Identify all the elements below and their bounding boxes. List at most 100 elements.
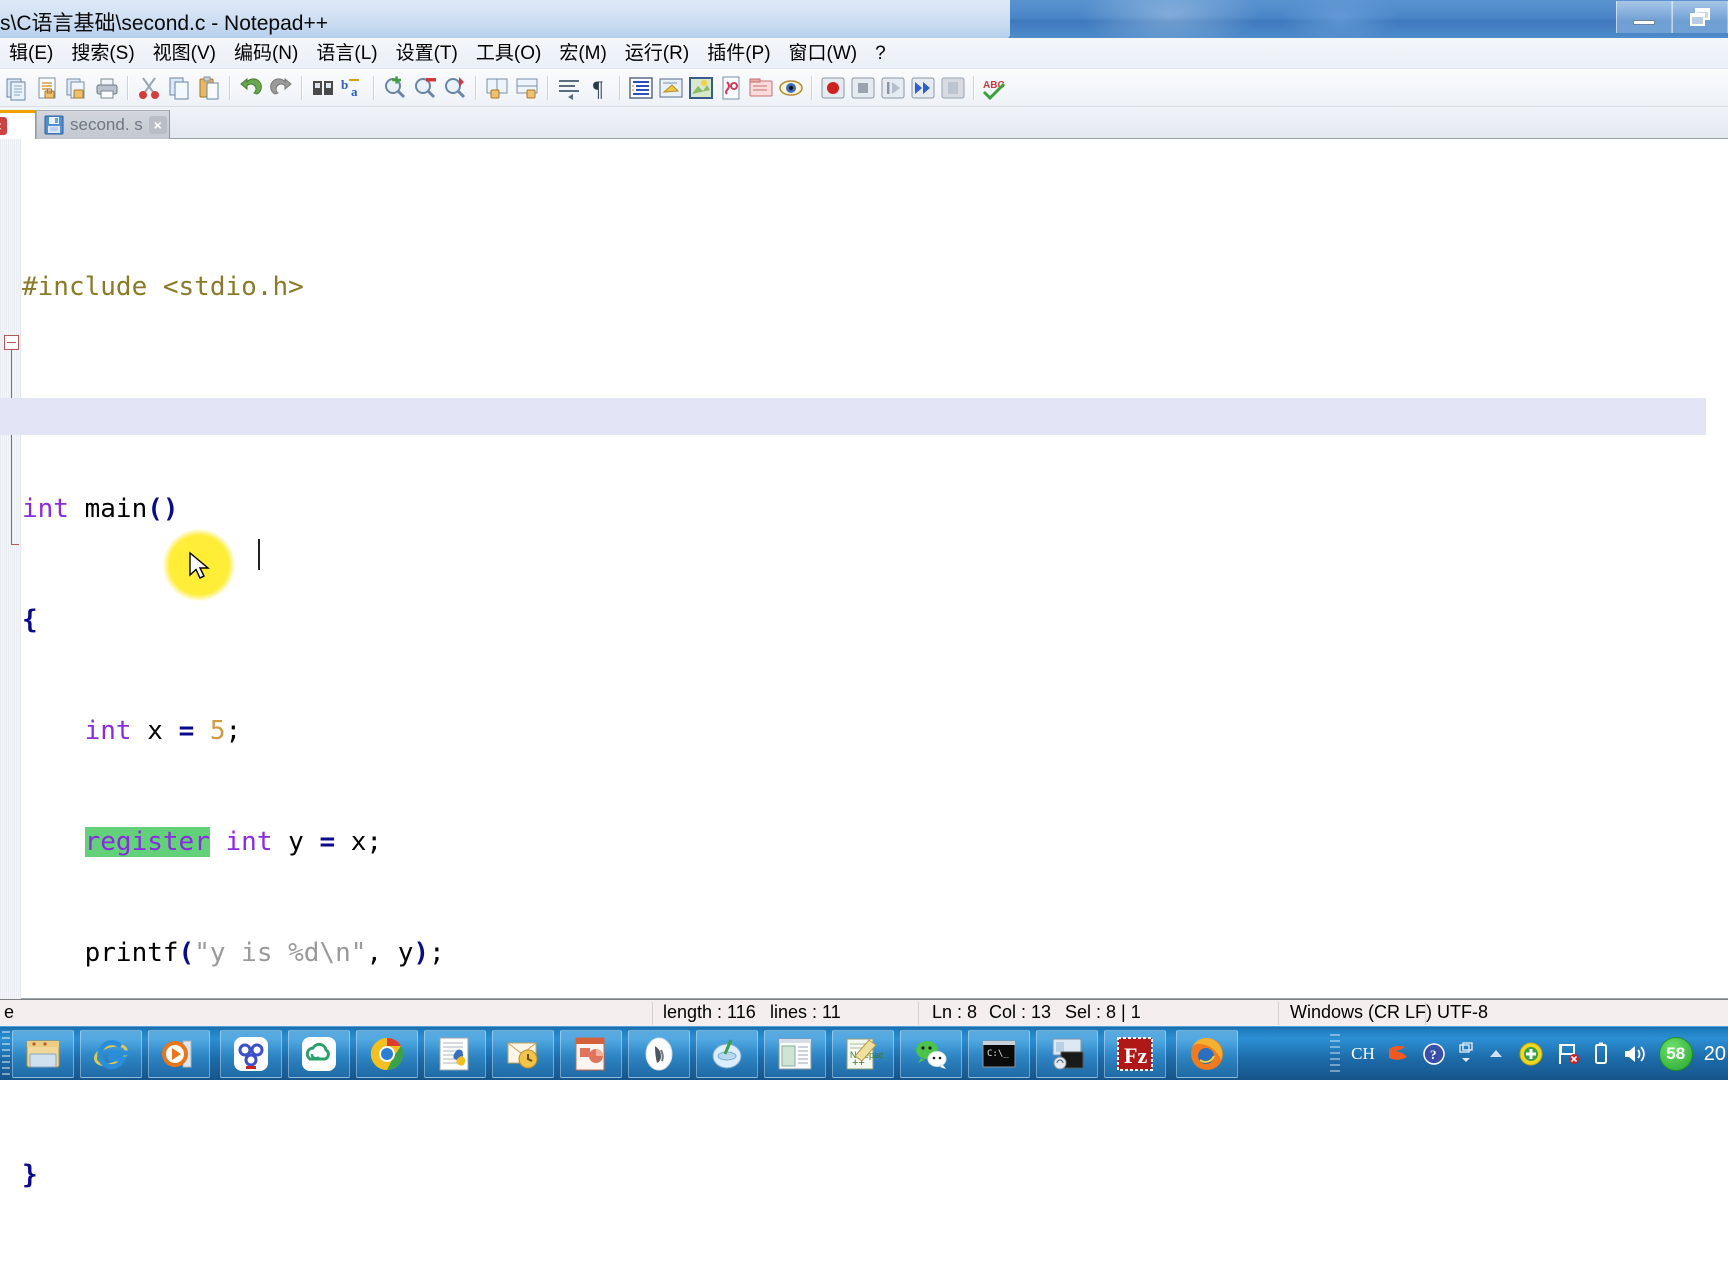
close-icon[interactable]: × — [148, 116, 167, 134]
code-line-4: { — [22, 602, 1728, 639]
paste-button[interactable] — [195, 74, 223, 102]
zoom-out-button[interactable] — [411, 74, 439, 102]
menu-item-window[interactable]: 窗口(W) — [780, 39, 867, 68]
replace-button[interactable]: b a — [339, 74, 367, 102]
taskbar-filezilla[interactable]: Fz — [1104, 1030, 1166, 1078]
find-button[interactable] — [309, 74, 337, 102]
taskbar-command-prompt[interactable]: C:\_ — [968, 1030, 1030, 1078]
text-caret — [258, 539, 260, 570]
taskbar-google-chrome[interactable] — [356, 1030, 418, 1078]
taskbar-vmware[interactable] — [1036, 1030, 1098, 1078]
undo-button[interactable] — [237, 74, 265, 102]
minimize-icon — [1633, 19, 1655, 25]
input-method-indicator[interactable]: CH — [1351, 1044, 1375, 1064]
show-hidden-icons-icon[interactable] — [1485, 1043, 1507, 1065]
print-button[interactable] — [93, 74, 121, 102]
taskbar-internet-explorer[interactable] — [80, 1030, 142, 1078]
tray-grip — [1330, 1034, 1341, 1074]
restore-button[interactable] — [1672, 1, 1728, 33]
sync-scroll-v-button[interactable] — [483, 74, 511, 102]
svg-text:Fz: Fz — [1124, 1043, 1147, 1068]
stop-recording-button[interactable] — [849, 74, 877, 102]
function-list-button[interactable] — [717, 74, 745, 102]
play-macro-button[interactable] — [879, 74, 907, 102]
run-macro-multiple-button[interactable] — [909, 74, 937, 102]
security-shield-icon[interactable] — [1517, 1040, 1545, 1068]
taskbar-wechat[interactable] — [900, 1030, 962, 1078]
menu-item-search[interactable]: 搜索(S) — [62, 39, 143, 68]
taskbar-firefox[interactable] — [1176, 1030, 1238, 1078]
taskbar-baidu-netdisk[interactable] — [220, 1030, 282, 1078]
editor-area[interactable]: #include <stdio.h> int main() { int x = … — [0, 139, 1728, 1190]
status-bar: e length : 116 lines : 11 Ln : 8 Col : 1… — [0, 999, 1728, 1026]
tab-second-s[interactable]: second. s × — [36, 110, 170, 139]
word-wrap-button[interactable] — [555, 74, 583, 102]
taskbar-powerpoint[interactable] — [560, 1030, 622, 1078]
taskbar-windows-explorer[interactable] — [12, 1030, 74, 1078]
fold-collapse-icon[interactable] — [4, 335, 19, 350]
powerpoint-icon — [575, 1037, 605, 1071]
menu-item-plugins[interactable]: 插件(P) — [698, 39, 779, 68]
command-prompt-icon: C:\_ — [982, 1040, 1016, 1068]
code-text[interactable]: #include <stdio.h> int main() { int x = … — [22, 139, 1728, 1190]
window-titlebar[interactable]: s\C语言基础\second.c - Notepad++ — [0, 0, 1728, 38]
outlook-icon — [507, 1042, 538, 1069]
code-token: x; — [335, 827, 383, 857]
taskbar-media-player[interactable] — [148, 1030, 210, 1078]
python-notepad-icon — [439, 1037, 469, 1071]
cut-button[interactable] — [135, 74, 163, 102]
start-recording-button[interactable] — [819, 74, 847, 102]
menu-item-run[interactable]: 运行(R) — [616, 39, 698, 68]
code-line-9: } — [22, 1157, 1728, 1194]
menu-item-tools[interactable]: 工具(O) — [467, 39, 550, 68]
taskbar-outlook[interactable] — [492, 1030, 554, 1078]
folding-margin[interactable] — [0, 139, 21, 999]
restore-icon — [1690, 8, 1710, 26]
menu-item-settings[interactable]: 设置(T) — [387, 39, 467, 68]
save-file-button[interactable] — [63, 74, 91, 102]
menu-item-edit[interactable]: 辑(E) — [0, 39, 62, 68]
tab-second-c[interactable]: c × — [0, 110, 36, 139]
taskbar-notepad-plus-plus[interactable]: Notepad ++ — [832, 1030, 894, 1078]
close-icon[interactable]: × — [0, 117, 7, 135]
menu-item-help[interactable]: ? — [866, 39, 895, 68]
network-flag-icon[interactable] — [1555, 1041, 1581, 1067]
battery-icon[interactable] — [1591, 1041, 1611, 1067]
indent-guide-button[interactable] — [627, 74, 655, 102]
selected-text-register[interactable]: register — [84, 827, 210, 857]
menu-item-view[interactable]: 视图(V) — [144, 39, 225, 68]
status-doc-type: e — [4, 1002, 15, 1022]
window-controls — [1616, 1, 1728, 33]
zoom-in-button[interactable] — [381, 74, 409, 102]
folder-as-workspace-button[interactable] — [747, 74, 775, 102]
taskbar-spreadsheet-app[interactable] — [764, 1030, 826, 1078]
taskbar-cloud-app[interactable] — [288, 1030, 350, 1078]
status-separator — [1278, 1002, 1279, 1025]
toolbar-separator — [229, 75, 231, 100]
help-icon[interactable]: ? — [1421, 1041, 1447, 1067]
sync-scroll-h-button[interactable] — [513, 74, 541, 102]
save-macro-button[interactable] — [939, 74, 967, 102]
document-map-button[interactable] — [687, 74, 715, 102]
open-file-button[interactable] — [33, 74, 61, 102]
sogou-input-icon[interactable] — [1385, 1041, 1411, 1067]
taskbar-egg-app[interactable] — [696, 1030, 758, 1078]
monitoring-button[interactable] — [777, 74, 805, 102]
redo-button[interactable] — [267, 74, 295, 102]
taskbar-python-notepad[interactable] — [424, 1030, 486, 1078]
taskbar-ps-app[interactable] — [628, 1030, 690, 1078]
window-switch-icon[interactable] — [1457, 1041, 1475, 1067]
taskbar-clock[interactable]: 20 — [1704, 1043, 1726, 1066]
volume-icon[interactable] — [1621, 1041, 1649, 1067]
spell-check-button[interactable]: ABC — [981, 74, 1009, 102]
new-file-button[interactable] — [3, 74, 31, 102]
menu-item-encoding[interactable]: 编码(N) — [225, 39, 307, 68]
minimize-button[interactable] — [1616, 1, 1672, 33]
sync-vertical-scroll-button[interactable] — [441, 74, 469, 102]
show-all-characters-button[interactable]: ¶ — [585, 74, 613, 102]
user-defined-language-button[interactable] — [657, 74, 685, 102]
menu-item-language[interactable]: 语言(L) — [307, 39, 386, 68]
copy-button[interactable] — [165, 74, 193, 102]
menu-item-macro[interactable]: 宏(M) — [550, 39, 615, 68]
notification-badge[interactable]: 58 — [1658, 1037, 1693, 1071]
